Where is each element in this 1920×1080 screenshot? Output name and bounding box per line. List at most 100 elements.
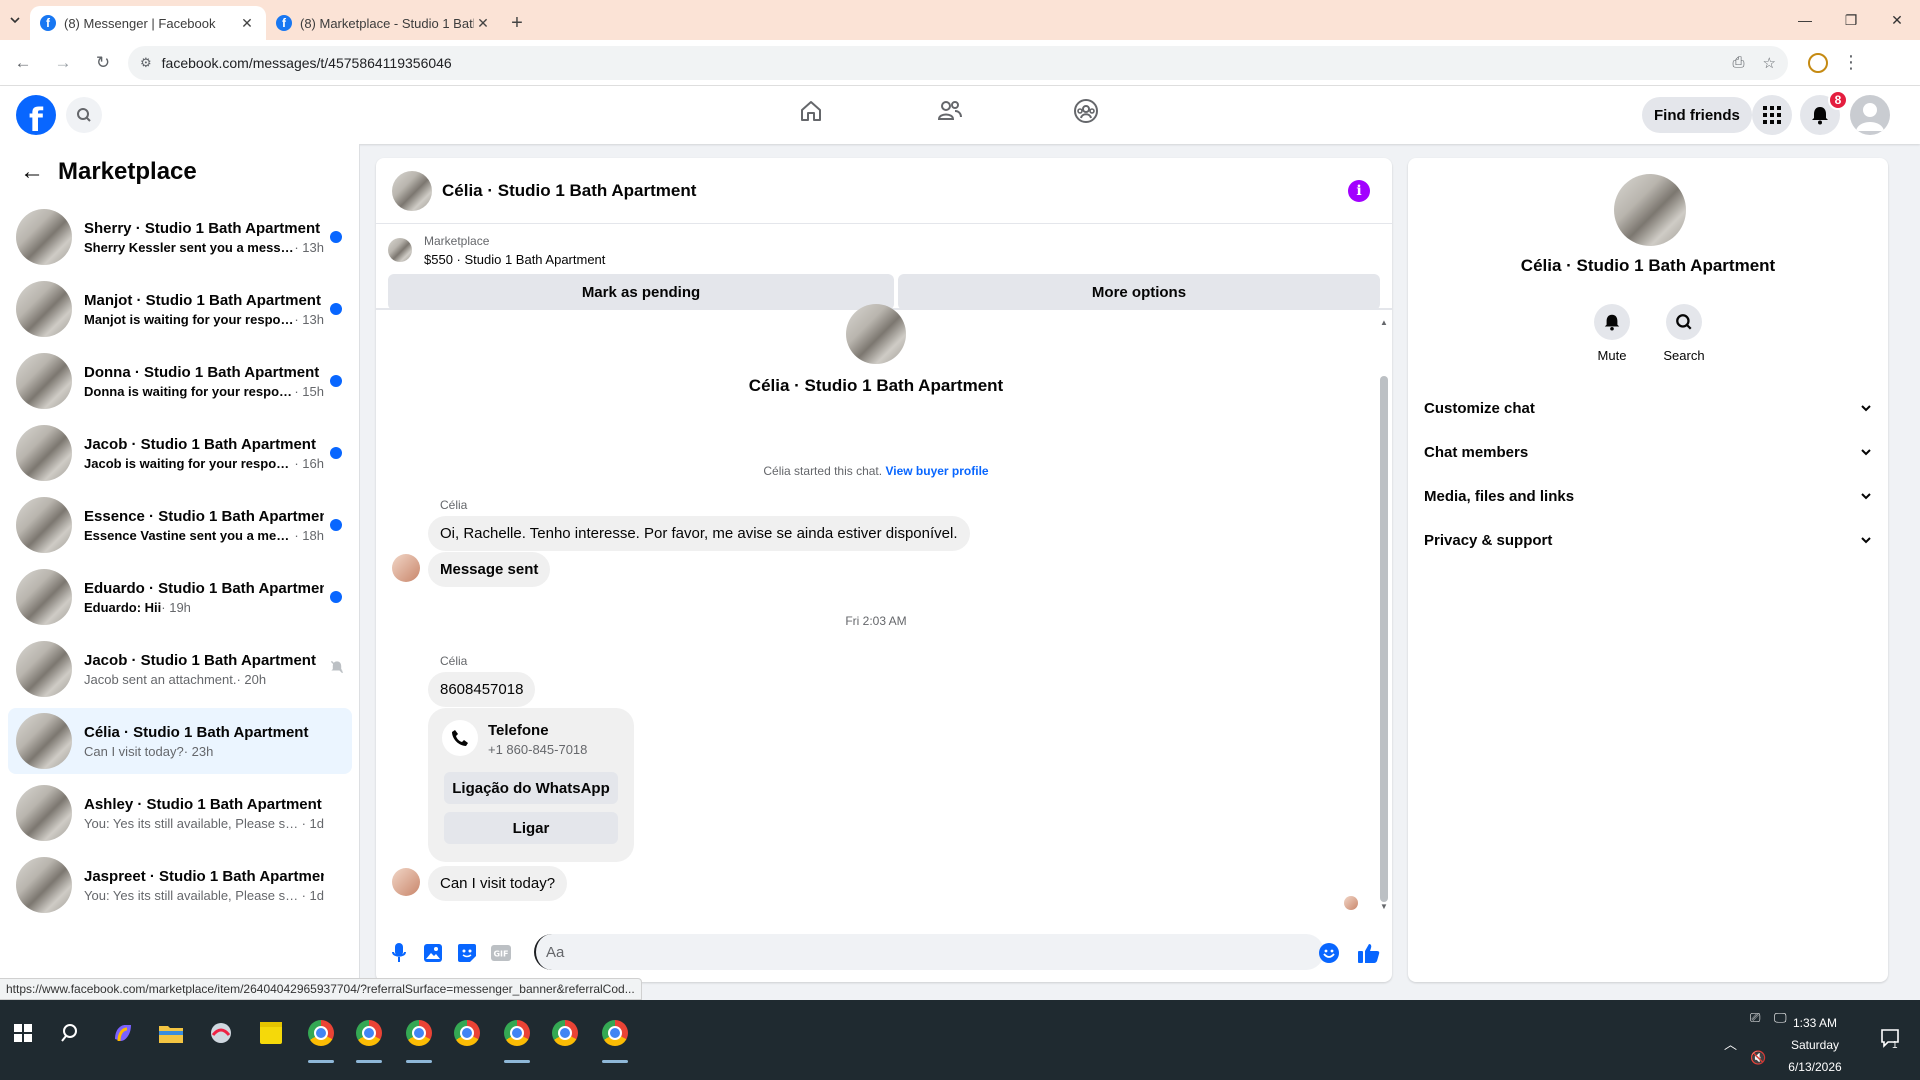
chrome-taskbar-icon[interactable] [454, 1020, 480, 1046]
system-clock[interactable]: 1:33 AM Saturday 6/13/2026 [1770, 1012, 1860, 1078]
conversation-item[interactable]: Sherry · Studio 1 Bath Apartment Sherry K… [8, 204, 352, 270]
copilot-icon[interactable] [108, 1018, 138, 1048]
facebook-logo-icon[interactable]: f [16, 95, 56, 135]
bookmark-star-icon[interactable]: ☆ [1763, 54, 1776, 72]
taskbar-search-icon[interactable] [56, 1018, 86, 1048]
conversation-item[interactable]: Célia · Studio 1 Bath Apartment Can I vis… [8, 708, 352, 774]
chrome-taskbar-icon[interactable] [602, 1020, 628, 1046]
mark-as-pending-button[interactable]: Mark as pending [388, 274, 894, 310]
chrome-taskbar-icon[interactable] [552, 1020, 578, 1046]
action-center-icon[interactable]: 1 [1880, 1028, 1900, 1051]
chrome-taskbar-icon[interactable] [308, 1020, 334, 1046]
chrome-profile-icon[interactable] [1808, 52, 1828, 73]
photo-icon[interactable] [422, 942, 444, 964]
search-icon [1666, 304, 1702, 340]
app-icon[interactable] [206, 1018, 236, 1048]
listing-price-title[interactable]: $550 · Studio 1 Bath Apartment [424, 252, 605, 267]
scrollbar-thumb[interactable] [1380, 376, 1388, 902]
address-bar[interactable]: ⚙ facebook.com/messages/t/45758641193560… [128, 45, 1788, 80]
forward-icon[interactable]: → [46, 46, 80, 80]
conversation-item[interactable]: Eduardo · Studio 1 Bath Apartment Eduardo… [8, 564, 352, 630]
sticky-notes-icon[interactable] [256, 1018, 286, 1048]
site-settings-icon[interactable]: ⚙ [140, 55, 152, 71]
new-tab-button[interactable]: + [502, 6, 532, 40]
volume-muted-icon[interactable]: 🔇 [1750, 1050, 1766, 1066]
whatsapp-call-button[interactable]: Ligação do WhatsApp [444, 772, 618, 804]
chat-header-avatar[interactable] [392, 170, 432, 211]
tab-list-button[interactable] [0, 0, 30, 40]
details-title: Célia · Studio 1 Bath Apartment [1520, 256, 1776, 275]
microphone-icon[interactable] [388, 942, 410, 964]
more-options-button[interactable]: More options [898, 274, 1380, 310]
groups-nav-button[interactable] [1073, 98, 1099, 129]
conversation-snippet: Donna is waiting for your respon... · 15… [84, 383, 324, 399]
marketplace-conversation-list: ← Marketplace Sherry · Studio 1 Bath Apa… [0, 144, 360, 1000]
details-section-row[interactable]: Privacy & support [1424, 522, 1872, 558]
sticker-icon[interactable] [456, 942, 478, 964]
scroll-up-icon[interactable]: ▲ [1380, 318, 1388, 327]
back-icon[interactable]: ← [6, 46, 40, 80]
details-section-row[interactable]: Customize chat [1424, 390, 1872, 426]
home-nav-button[interactable] [798, 98, 824, 129]
reload-icon[interactable]: ↻ [86, 46, 120, 80]
details-avatar[interactable] [1614, 174, 1686, 246]
emoji-icon[interactable] [1318, 942, 1340, 964]
chat-title[interactable]: Célia · Studio 1 Bath Apartment [442, 181, 696, 201]
thumbs-up-icon[interactable] [1358, 942, 1380, 964]
details-section-row[interactable]: Chat members [1424, 434, 1872, 470]
restore-icon[interactable]: ❐ [1828, 0, 1874, 40]
details-section-label: Privacy & support [1424, 531, 1553, 549]
close-window-icon[interactable]: ✕ [1874, 0, 1920, 40]
view-buyer-profile-link[interactable]: View buyer profile [885, 464, 988, 478]
back-arrow-icon[interactable]: ← [20, 158, 44, 186]
conversation-item[interactable]: Donna · Studio 1 Bath Apartment Donna is … [8, 348, 352, 414]
details-section-row[interactable]: Media, files and links [1424, 478, 1872, 514]
browser-toolbar: ← → ↻ ⚙ facebook.com/messages/t/45758641… [0, 40, 1920, 86]
conversation-info-icon[interactable]: i [1348, 180, 1370, 202]
mute-button[interactable]: Mute [1582, 304, 1642, 363]
search-in-conversation-button[interactable]: Search [1654, 304, 1714, 363]
find-friends-button[interactable]: Find friends [1642, 97, 1752, 133]
sender-name: Célia [440, 498, 468, 512]
file-explorer-icon[interactable] [156, 1018, 186, 1048]
conversation-item[interactable]: Ashley · Studio 1 Bath Apartment You: Yes… [8, 780, 352, 846]
friends-nav-button[interactable] [936, 98, 964, 129]
windows-start-icon[interactable] [8, 1018, 38, 1048]
minimize-icon[interactable]: — [1782, 0, 1828, 40]
conversation-item[interactable]: Jaspreet · Studio 1 Bath Apartment You: Y… [8, 852, 352, 918]
chrome-taskbar-icon[interactable] [504, 1020, 530, 1046]
chrome-taskbar-icon[interactable] [356, 1020, 382, 1046]
sender-avatar[interactable] [392, 554, 420, 582]
meet-now-icon[interactable]: ⎚ [1750, 1010, 1760, 1026]
conversation-item[interactable]: Manjot · Studio 1 Bath Apartment Manjot i… [8, 276, 352, 342]
close-tab-icon[interactable]: ✕ [474, 15, 492, 32]
sender-avatar[interactable] [392, 868, 420, 896]
browser-tab-marketplace[interactable]: f (8) Marketplace - Studio 1 Bath ✕ [266, 6, 502, 40]
conversation-item[interactable]: Jacob · Studio 1 Bath Apartment Jacob sen… [8, 636, 352, 702]
listing-thumbnail[interactable] [388, 238, 412, 262]
conversation-snippet: You: Yes its still available, Please sen… [84, 887, 324, 903]
thread-scrollbar[interactable]: ▲ ▼ [1380, 316, 1388, 912]
conversation-item[interactable]: Essence · Studio 1 Bath Apartment Essence… [8, 492, 352, 558]
conversation-thumbnail [16, 713, 72, 769]
scroll-down-icon[interactable]: ▼ [1380, 902, 1388, 911]
show-hidden-icons-chevron-icon[interactable]: ︿ [1724, 1034, 1737, 1053]
menu-button[interactable] [1752, 95, 1792, 135]
chrome-taskbar-icon[interactable] [406, 1020, 432, 1046]
conversation-name: Célia · Studio 1 Bath Apartment [84, 723, 309, 741]
intro-avatar [846, 304, 906, 364]
conversation-item[interactable]: Jacob · Studio 1 Bath Apartment Jacob is … [8, 420, 352, 486]
close-tab-icon[interactable]: ✕ [238, 15, 256, 32]
account-avatar[interactable] [1850, 95, 1890, 135]
install-app-icon[interactable]: ⎙ [1733, 54, 1745, 72]
gif-icon[interactable]: GIF [490, 942, 512, 964]
details-section-label: Media, files and links [1424, 487, 1575, 505]
sidebar-header: ← Marketplace [0, 144, 359, 200]
message-input[interactable]: Aa [534, 934, 1324, 970]
search-button[interactable] [66, 97, 102, 133]
bell-icon [1594, 304, 1630, 340]
call-button[interactable]: Ligar [444, 812, 618, 844]
chrome-menu-icon[interactable]: ⋮ [1842, 52, 1860, 73]
mute-label: Mute [1597, 348, 1627, 363]
browser-tab-messenger[interactable]: f (8) Messenger | Facebook ✕ [30, 6, 266, 40]
